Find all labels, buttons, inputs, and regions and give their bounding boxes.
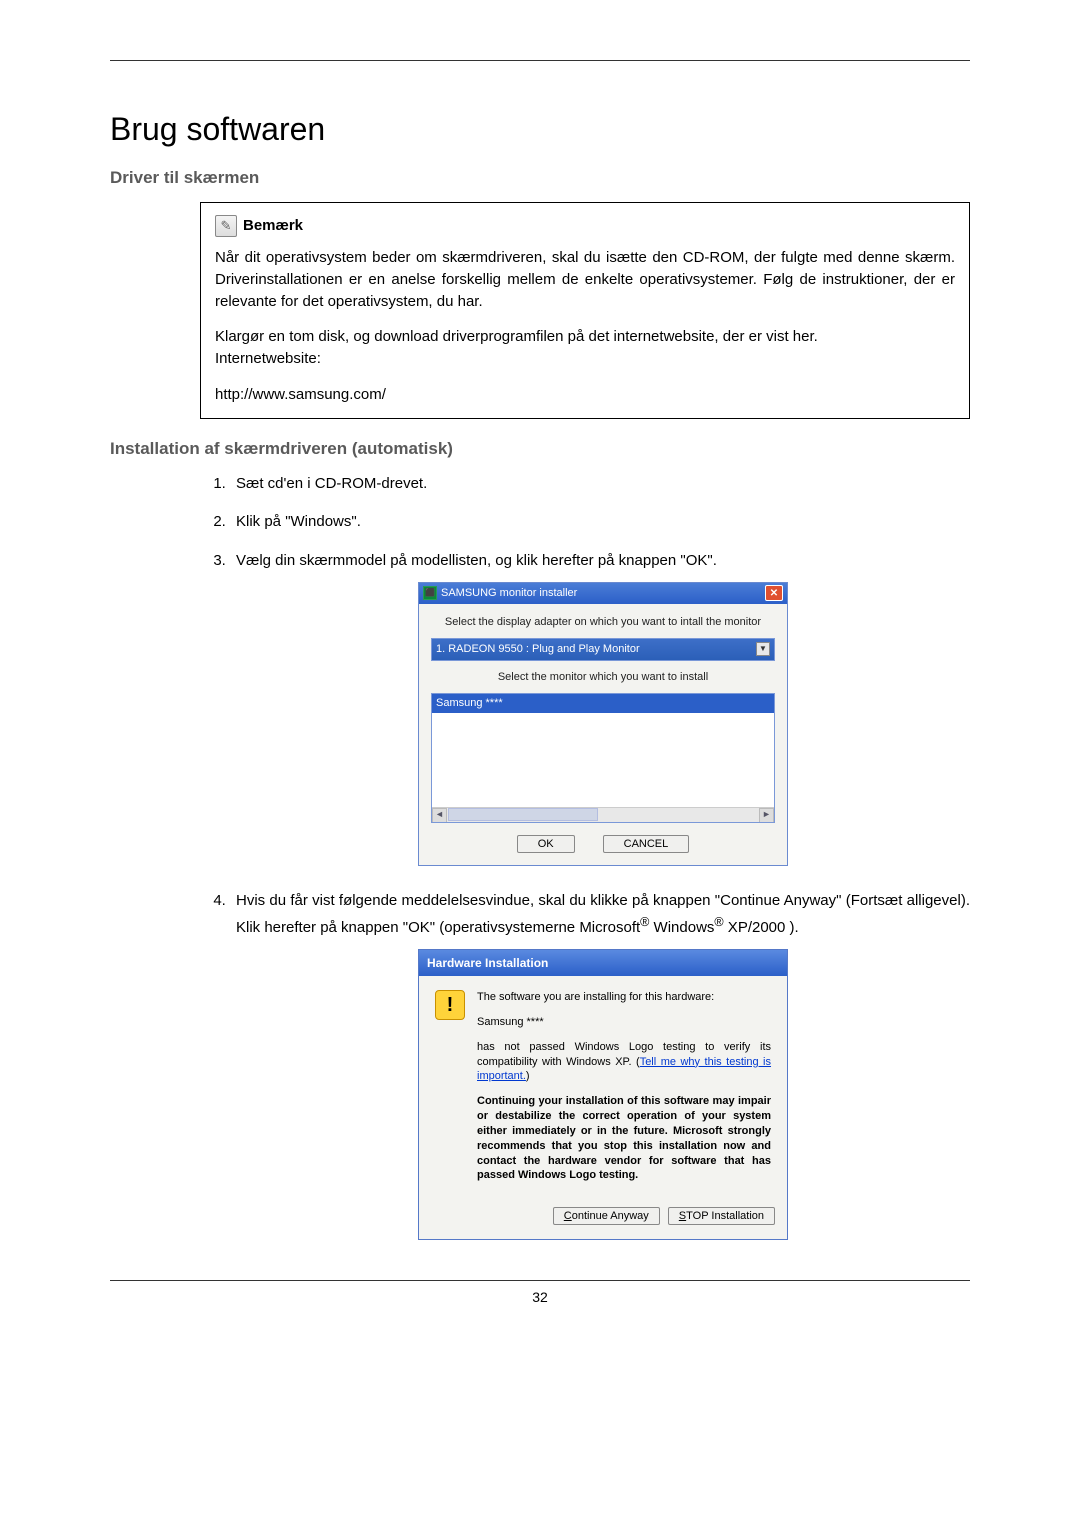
step-4-text-c: XP/2000 ).	[724, 919, 799, 936]
note-paragraph-2: Klargør en tom disk, og download driverp…	[215, 326, 955, 348]
warning-icon: !	[435, 990, 465, 1020]
scroll-thumb[interactable]	[448, 808, 598, 821]
hardware-install-dialog: Hardware Installation ! The software you…	[418, 949, 788, 1240]
cancel-button[interactable]: CANCEL	[603, 835, 690, 853]
step-4: Hvis du får vist følgende meddelelsesvin…	[230, 890, 970, 1240]
reg-mark-1: ®	[640, 915, 649, 929]
btn1-rest: ontinue Anyway	[572, 1210, 649, 1222]
installer-titlebar: ⬛ SAMSUNG monitor installer ✕	[419, 583, 787, 604]
adapter-combo-value: 1. RADEON 9550 : Plug and Play Monitor	[436, 641, 640, 658]
adapter-combo[interactable]: 1. RADEON 9550 : Plug and Play Monitor ▼	[431, 638, 775, 661]
hw-line-3: has not passed Windows Logo testing to v…	[477, 1040, 771, 1085]
horizontal-scrollbar[interactable]: ◄ ►	[432, 807, 774, 822]
step-3: Vælg din skærmmodel på modellisten, og k…	[230, 550, 970, 867]
btn1-underline: C	[564, 1210, 572, 1222]
note-title: Bemærk	[243, 215, 303, 237]
hw-titlebar: Hardware Installation	[419, 950, 787, 976]
note-box: ✎ Bemærk Når dit operativsystem beder om…	[200, 202, 970, 419]
scroll-right-icon[interactable]: ►	[759, 808, 774, 823]
installer-dialog: ⬛ SAMSUNG monitor installer ✕ Select the…	[418, 582, 788, 866]
note-url: http://www.samsung.com/	[215, 384, 955, 406]
chevron-down-icon[interactable]: ▼	[756, 642, 770, 656]
step-3-text: Vælg din skærmmodel på modellisten, og k…	[236, 552, 717, 569]
ok-button[interactable]: OK	[517, 835, 575, 853]
installer-title: SAMSUNG monitor installer	[441, 585, 577, 602]
hw-l3b: )	[526, 1070, 530, 1082]
note-website-label: Internetwebsite:	[215, 348, 955, 370]
note-icon: ✎	[215, 215, 237, 237]
hw-line-1: The software you are installing for this…	[477, 990, 771, 1005]
hw-line-2: Samsung ****	[477, 1015, 771, 1030]
page-title: Brug softwaren	[110, 111, 970, 148]
close-icon[interactable]: ✕	[765, 585, 783, 601]
stop-installation-button[interactable]: STOP Installation	[668, 1207, 775, 1225]
continue-anyway-button[interactable]: Continue Anyway	[553, 1207, 660, 1225]
section-install-heading: Installation af skærmdriveren (automatis…	[110, 439, 970, 459]
top-rule	[110, 60, 970, 61]
note-paragraph-1: Når dit operativsystem beder om skærmdri…	[215, 247, 955, 312]
step-1: Sæt cd'en i CD-ROM-drevet.	[230, 473, 970, 496]
scroll-left-icon[interactable]: ◄	[432, 808, 447, 823]
step-4-text-a: Hvis du får vist følgende meddelelsesvin…	[236, 892, 970, 936]
monitor-label: Select the monitor which you want to ins…	[431, 669, 775, 686]
page-number: 32	[110, 1289, 970, 1305]
btn2-rest: TOP Installation	[686, 1210, 764, 1222]
bottom-rule	[110, 1280, 970, 1281]
monitor-listbox[interactable]: Samsung **** ◄ ►	[431, 693, 775, 823]
section-driver-heading: Driver til skærmen	[110, 168, 970, 188]
monitor-selected-item[interactable]: Samsung ****	[432, 694, 774, 713]
install-steps: Sæt cd'en i CD-ROM-drevet. Klik på "Wind…	[200, 473, 970, 1241]
step-2: Klik på "Windows".	[230, 511, 970, 534]
adapter-label: Select the display adapter on which you …	[431, 614, 775, 631]
reg-mark-2: ®	[714, 915, 723, 929]
installer-app-icon: ⬛	[423, 586, 437, 600]
hw-warning-bold: Continuing your installation of this sof…	[477, 1094, 771, 1183]
step-4-text-b: Windows	[649, 919, 714, 936]
